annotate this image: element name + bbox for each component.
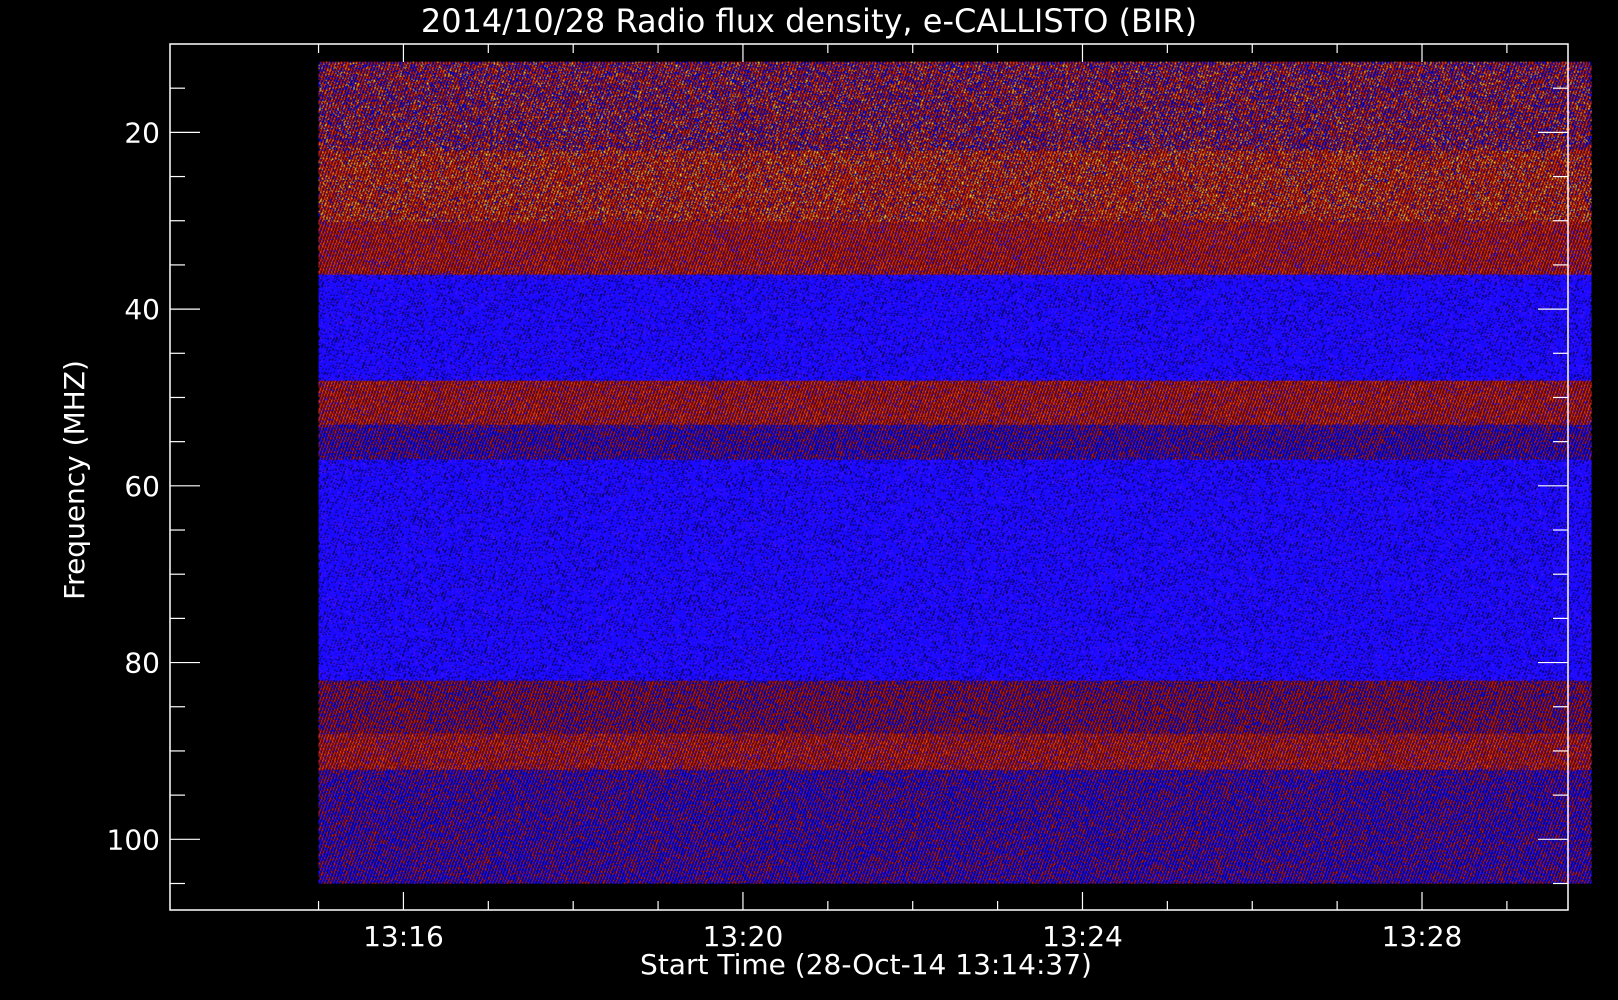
y-tick-label: 80 — [124, 647, 160, 680]
spectrogram-image — [318, 61, 1592, 884]
y-tick-label: 20 — [124, 116, 160, 149]
chart-title: 2014/10/28 Radio flux density, e-CALLIST… — [421, 2, 1197, 40]
y-tick-label: 100 — [107, 823, 160, 856]
x-tick-label: 13:16 — [363, 920, 444, 953]
spectrogram-chart: 2014/10/28 Radio flux density, e-CALLIST… — [58, 2, 1592, 981]
x-axis-label: Start Time (28-Oct-14 13:14:37) — [640, 948, 1092, 981]
y-tick-label: 40 — [124, 293, 160, 326]
plot-area — [169, 43, 1592, 911]
y-axis-label: Frequency (MHZ) — [58, 360, 91, 600]
x-tick-label: 13:28 — [1382, 920, 1463, 953]
y-tick-label: 60 — [124, 470, 160, 503]
